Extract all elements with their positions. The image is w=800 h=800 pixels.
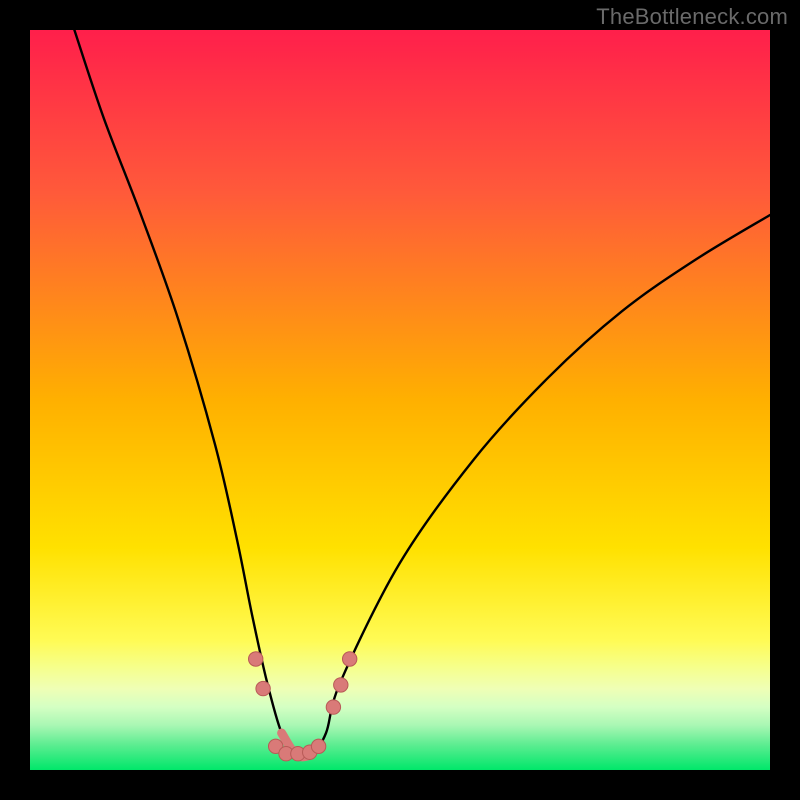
curve-marker [334,678,348,692]
watermark-text: TheBottleneck.com [596,4,788,30]
curve-marker [326,700,340,714]
curve-marker [249,652,263,666]
outer-frame: TheBottleneck.com [0,0,800,800]
bottleneck-curve [74,30,770,758]
plot-area [30,30,770,770]
curve-marker [256,681,270,695]
curve-layer [30,30,770,770]
curve-marker [342,652,356,666]
curve-marker [311,739,325,753]
